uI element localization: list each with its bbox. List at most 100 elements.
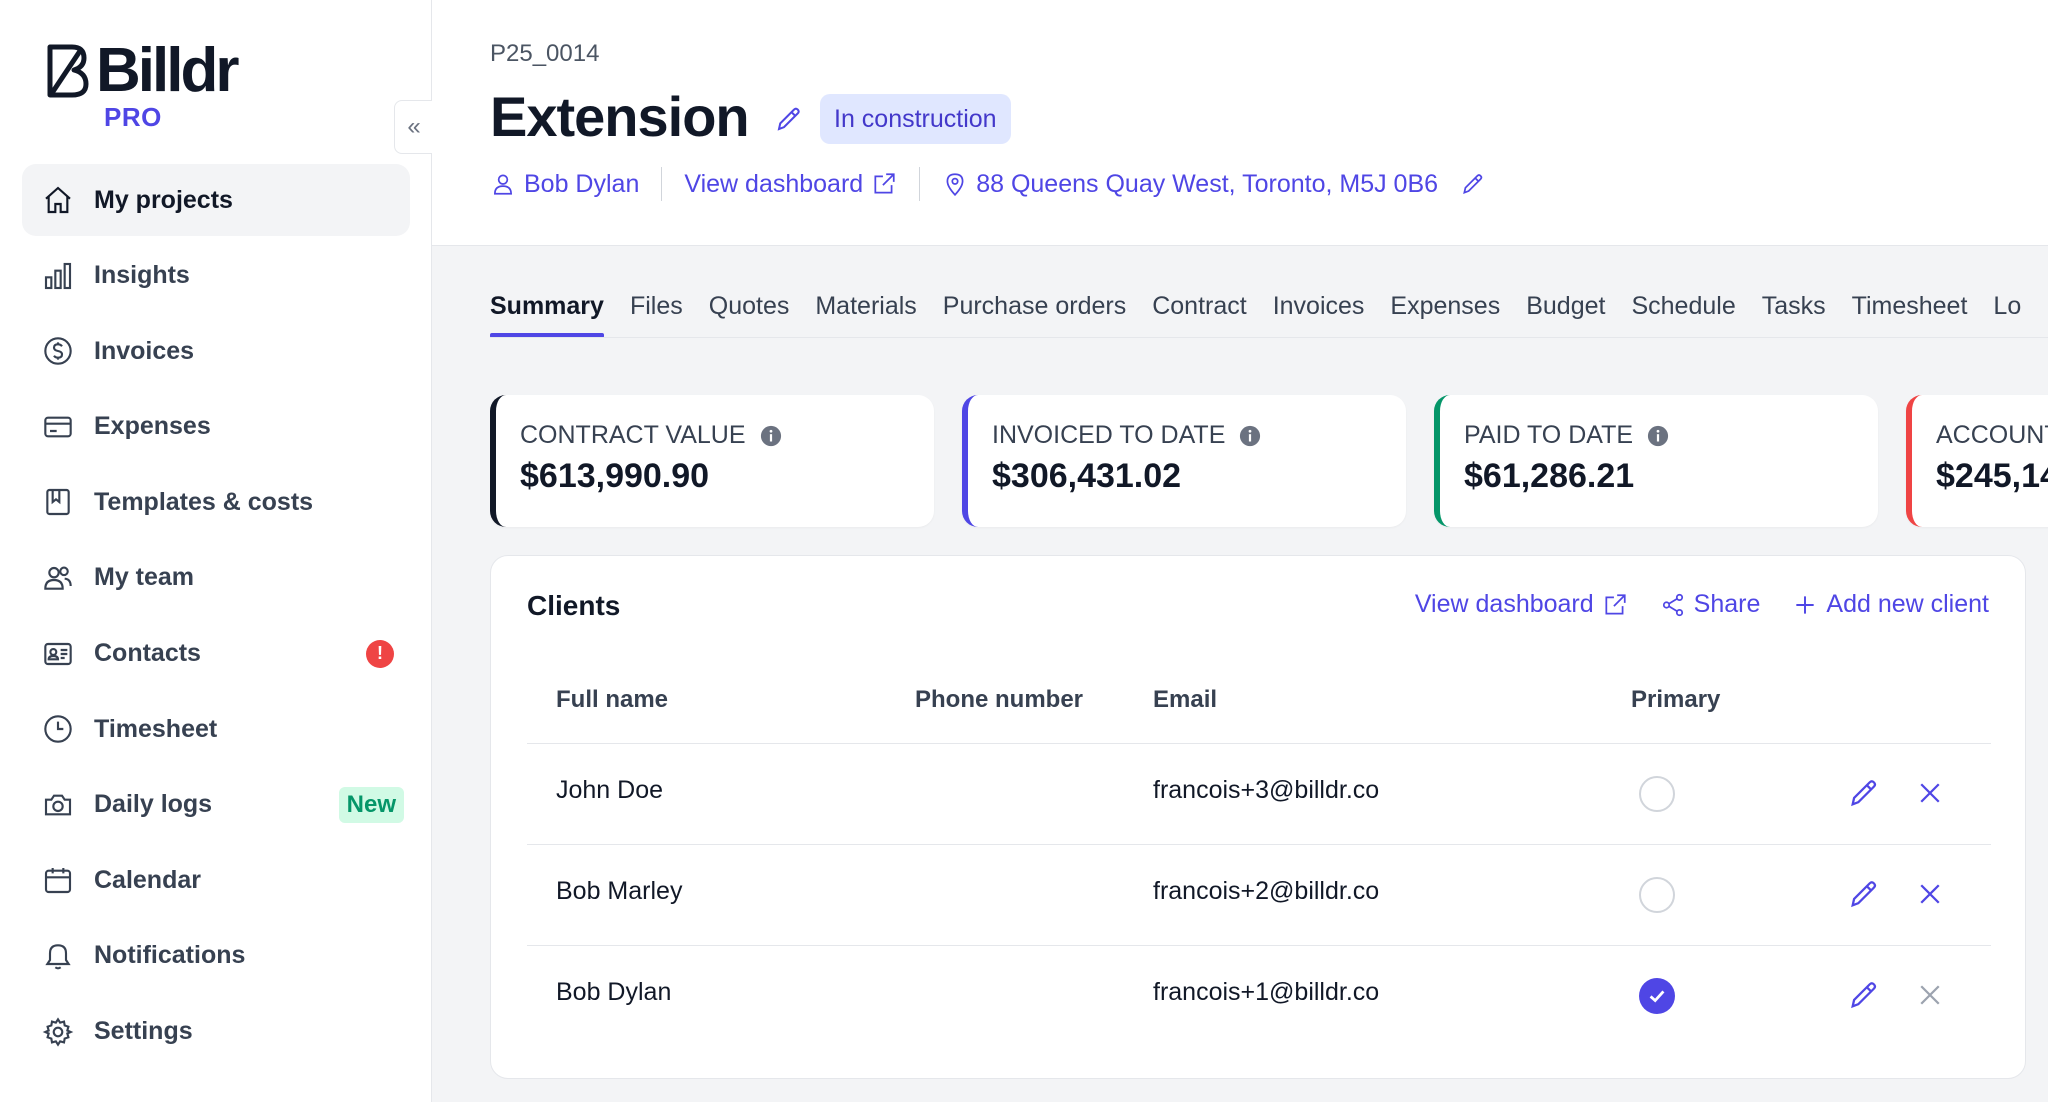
sidebar: Billdr PRO « My projects Insights Invoic… [0, 0, 434, 1102]
edit-pencil-icon[interactable] [1847, 978, 1881, 1012]
edit-pencil-icon[interactable] [1847, 776, 1881, 810]
sidebar-item-expenses[interactable]: Expenses [22, 391, 410, 463]
add-new-client-button[interactable]: Add new client [1792, 590, 1989, 619]
id-card-icon [42, 638, 74, 670]
sidebar-item-timesheet[interactable]: Timesheet [22, 693, 410, 765]
tab-invoices[interactable]: Invoices [1273, 282, 1365, 337]
contacts-alert-badge: ! [366, 639, 394, 668]
sidebar-item-contacts[interactable]: Contacts ! [22, 618, 410, 690]
project-address: 88 Queens Quay West, Toronto, M5J 0B6 [976, 169, 1439, 198]
sidebar-item-label: Settings [94, 1017, 193, 1046]
clients-actions: View dashboard Share Add new client [1383, 590, 1989, 619]
stat-label: ACCOUNT [1936, 421, 2048, 449]
column-header-primary: Primary [1631, 686, 1721, 713]
billdr-logo[interactable]: Billdr PRO [46, 36, 239, 132]
sidebar-item-label: Expenses [94, 412, 211, 441]
tab-schedule[interactable]: Schedule [1631, 282, 1735, 337]
sidebar-item-label: Calendar [94, 865, 201, 894]
delete-x-icon[interactable] [1915, 778, 1945, 808]
primary-radio[interactable] [1639, 877, 1675, 913]
sidebar-item-daily-logs[interactable]: Daily logs New [22, 769, 410, 841]
stat-value: $61,286.21 [1464, 457, 1635, 495]
delete-x-icon-disabled [1920, 985, 1940, 1005]
project-address-link[interactable]: 88 Queens Quay West, Toronto, M5J 0B6 [942, 170, 1438, 199]
sidebar-item-templates-costs[interactable]: Templates & costs [22, 466, 410, 538]
table-row: Bob Marley francois+2@billdr.co [527, 844, 1991, 945]
sidebar-item-settings[interactable]: Settings [22, 996, 410, 1068]
stat-value: $613,990.90 [520, 457, 710, 495]
bar-chart-icon [42, 260, 74, 292]
stat-label: PAID TO DATE [1464, 421, 1634, 449]
tab-timesheet[interactable]: Timesheet [1852, 282, 1968, 337]
column-header-full-name: Full name [556, 686, 669, 713]
stat-value: $306,431.02 [992, 457, 1182, 495]
header-view-dashboard-link[interactable]: View dashboard [684, 170, 897, 199]
sidebar-item-label: Daily logs [94, 790, 213, 819]
project-owner-link[interactable]: Bob Dylan [490, 170, 639, 199]
table-row: Bob Dylan francois+1@billdr.co [527, 945, 1991, 1046]
tab-files[interactable]: Files [630, 282, 683, 337]
tab-expenses[interactable]: Expenses [1390, 282, 1500, 337]
tab-summary[interactable]: Summary [490, 282, 604, 337]
brand-name: Billdr [96, 36, 239, 105]
bell-icon [42, 940, 74, 972]
client-email: francois+3@billdr.co [1153, 776, 1380, 804]
edit-pencil-icon[interactable] [1847, 877, 1881, 911]
sidebar-item-calendar[interactable]: Calendar [22, 844, 410, 916]
info-icon[interactable] [1239, 425, 1261, 447]
user-icon [494, 174, 512, 195]
home-icon [42, 184, 74, 216]
brand-tier: PRO [104, 102, 162, 132]
sidebar-item-insights[interactable]: Insights [22, 240, 410, 312]
stat-card-invoiced-to-date: INVOICED TO DATE $306,431.02 [962, 395, 1406, 527]
sidebar-item-label: Contacts [94, 639, 201, 668]
sidebar-item-my-projects[interactable]: My projects [22, 164, 410, 236]
project-owner-name: Bob Dylan [524, 169, 640, 198]
sidebar-item-label: Notifications [94, 941, 246, 970]
tab-contract[interactable]: Contract [1152, 282, 1246, 337]
external-link-icon [1605, 593, 1626, 615]
share-icon [1662, 593, 1683, 616]
info-icon[interactable] [760, 425, 782, 447]
edit-title-pencil-icon[interactable] [774, 104, 804, 134]
primary-radio-checked[interactable] [1639, 978, 1675, 1014]
share-button[interactable]: Share [1660, 590, 1761, 619]
tab-materials[interactable]: Materials [815, 282, 916, 337]
tab-logs[interactable]: Lo [1993, 282, 2021, 337]
external-link-icon [874, 173, 895, 194]
stat-value: $245,14 [1936, 457, 2048, 495]
project-tabs: Summary Files Quotes Materials Purchase … [490, 282, 2048, 338]
new-badge: New [338, 786, 404, 823]
clients-title: Clients [527, 590, 621, 621]
sidebar-item-label: Templates & costs [94, 487, 314, 516]
primary-radio[interactable] [1639, 776, 1675, 812]
client-name: John Doe [556, 776, 664, 804]
delete-x-icon[interactable] [1915, 879, 1945, 909]
gear-icon [42, 1016, 74, 1048]
bookmark-book-icon [42, 486, 74, 518]
status-badge[interactable]: In construction [820, 94, 1011, 144]
client-name: Bob Marley [556, 877, 683, 905]
dollar-circle-icon [42, 335, 74, 367]
client-email: francois+2@billdr.co [1153, 877, 1380, 905]
tab-budget[interactable]: Budget [1526, 282, 1605, 337]
stat-label: CONTRACT VALUE [520, 421, 746, 449]
info-icon[interactable] [1647, 425, 1669, 447]
edit-address-pencil-icon[interactable] [1460, 171, 1486, 197]
clock-icon [42, 713, 74, 745]
stat-card-contract-value: CONTRACT VALUE $613,990.90 [490, 395, 934, 527]
sidebar-item-notifications[interactable]: Notifications [22, 920, 410, 992]
tab-tasks[interactable]: Tasks [1762, 282, 1826, 337]
checkmark-icon [1649, 990, 1665, 1003]
share-label: Share [1693, 590, 1761, 618]
collapse-sidebar-button[interactable]: « [394, 100, 434, 154]
sidebar-item-my-team[interactable]: My team [22, 542, 410, 614]
sidebar-item-invoices[interactable]: Invoices [22, 315, 410, 387]
credit-card-icon [42, 411, 74, 443]
project-header: P25_0014 Extension In construction Bob D… [432, 0, 2048, 246]
column-header-phone-number: Phone number [915, 686, 1084, 713]
sidebar-item-label: My team [94, 563, 195, 592]
tab-quotes[interactable]: Quotes [709, 282, 790, 337]
clients-view-dashboard-link[interactable]: View dashboard [1415, 590, 1628, 619]
tab-purchase-orders[interactable]: Purchase orders [943, 282, 1126, 337]
